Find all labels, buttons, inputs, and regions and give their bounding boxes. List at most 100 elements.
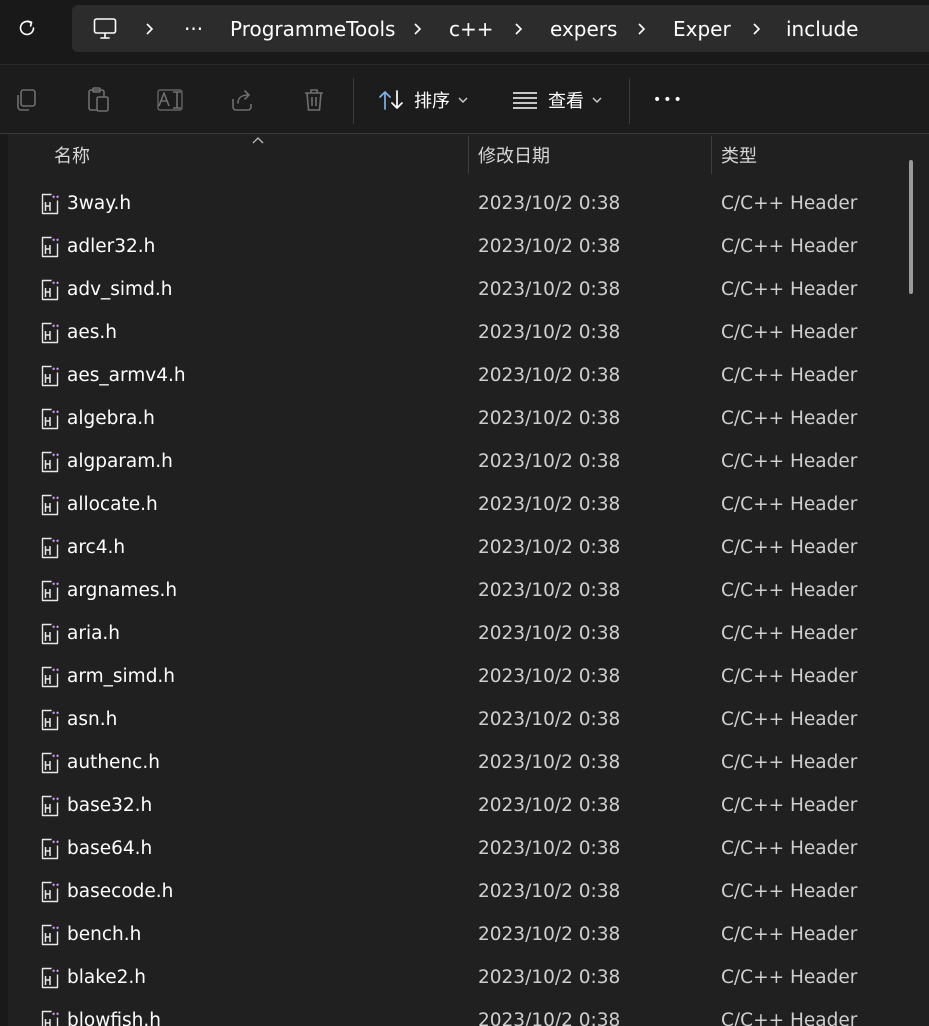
breadcrumb-programmetools[interactable]: ProgrammeTools: [230, 5, 395, 52]
file-row[interactable]: blowfish.h 2023/10/2 0:38 C/C++ Header: [8, 999, 908, 1026]
column-header-type[interactable]: 类型: [721, 134, 757, 176]
file-type: C/C++ Header: [721, 580, 858, 601]
file-name-cell: argnames.h: [40, 569, 177, 612]
file-type: C/C++ Header: [721, 408, 858, 429]
file-row[interactable]: algparam.h 2023/10/2 0:38 C/C++ Header: [8, 440, 908, 483]
rename-button[interactable]: [153, 83, 187, 117]
chevron-right-icon[interactable]: [631, 5, 651, 52]
column-divider[interactable]: [711, 136, 712, 174]
cpp-header-file-icon: [41, 666, 60, 687]
breadcrumb-cpp[interactable]: c++: [449, 5, 494, 52]
file-row[interactable]: 3way.h 2023/10/2 0:38 C/C++ Header: [8, 182, 908, 225]
file-name-cell: basecode.h: [40, 870, 173, 913]
sort-label: 排序: [414, 91, 450, 112]
address-bar[interactable]: ··· ProgrammeTools c++ expers Exper incl…: [72, 5, 929, 52]
file-type: C/C++ Header: [721, 451, 858, 472]
more-icon: •••: [653, 92, 684, 108]
refresh-button[interactable]: [8, 9, 46, 47]
file-row[interactable]: argnames.h 2023/10/2 0:38 C/C++ Header: [8, 569, 908, 612]
file-modified-date: 2023/10/2 0:38: [478, 1010, 621, 1026]
this-pc-button[interactable]: [92, 5, 118, 52]
file-modified-date: 2023/10/2 0:38: [478, 666, 621, 687]
file-name: adv_simd.h: [67, 279, 173, 300]
view-label: 查看: [548, 91, 584, 112]
file-modified-date: 2023/10/2 0:38: [478, 795, 621, 816]
chevron-right-icon[interactable]: [139, 5, 159, 52]
cpp-header-file-icon: [41, 1010, 60, 1026]
file-name-cell: 3way.h: [40, 182, 131, 225]
share-button[interactable]: [225, 83, 259, 117]
column-divider[interactable]: [468, 136, 469, 174]
file-row[interactable]: blake2.h 2023/10/2 0:38 C/C++ Header: [8, 956, 908, 999]
file-name: asn.h: [67, 709, 118, 730]
file-row[interactable]: bench.h 2023/10/2 0:38 C/C++ Header: [8, 913, 908, 956]
file-row[interactable]: base64.h 2023/10/2 0:38 C/C++ Header: [8, 827, 908, 870]
paste-icon: [88, 87, 109, 112]
file-name: adler32.h: [67, 236, 156, 257]
file-row[interactable]: base32.h 2023/10/2 0:38 C/C++ Header: [8, 784, 908, 827]
cpp-header-file-icon: [41, 709, 60, 730]
file-name: base32.h: [67, 795, 153, 816]
file-type: C/C++ Header: [721, 193, 858, 214]
breadcrumb-exper[interactable]: Exper: [673, 5, 731, 52]
chevron-right-icon[interactable]: [746, 5, 766, 52]
cpp-header-file-icon: [41, 967, 60, 988]
sort-button[interactable]: 排序: [378, 81, 468, 119]
chevron-right-icon[interactable]: [407, 5, 427, 52]
file-row[interactable]: adler32.h 2023/10/2 0:38 C/C++ Header: [8, 225, 908, 268]
file-row[interactable]: allocate.h 2023/10/2 0:38 C/C++ Header: [8, 483, 908, 526]
breadcrumb-include[interactable]: include: [786, 5, 858, 52]
file-row[interactable]: algebra.h 2023/10/2 0:38 C/C++ Header: [8, 397, 908, 440]
file-type: C/C++ Header: [721, 838, 858, 859]
cpp-header-file-icon: [41, 279, 60, 300]
file-name: allocate.h: [67, 494, 158, 515]
computer-icon: [93, 17, 117, 39]
file-modified-date: 2023/10/2 0:38: [478, 537, 621, 558]
vertical-scrollbar[interactable]: [909, 160, 913, 294]
cpp-header-file-icon: [41, 193, 60, 214]
cpp-header-file-icon: [41, 365, 60, 386]
file-row[interactable]: authenc.h 2023/10/2 0:38 C/C++ Header: [8, 741, 908, 784]
file-name-cell: asn.h: [40, 698, 117, 741]
file-name-cell: aes_armv4.h: [40, 354, 186, 397]
file-type: C/C++ Header: [721, 666, 858, 687]
file-row[interactable]: arm_simd.h 2023/10/2 0:38 C/C++ Header: [8, 655, 908, 698]
file-name: base64.h: [67, 838, 153, 859]
cpp-header-file-icon: [41, 838, 60, 859]
file-modified-date: 2023/10/2 0:38: [478, 451, 621, 472]
file-modified-date: 2023/10/2 0:38: [478, 236, 621, 257]
file-modified-date: 2023/10/2 0:38: [478, 623, 621, 644]
file-name-cell: adler32.h: [40, 225, 155, 268]
file-modified-date: 2023/10/2 0:38: [478, 408, 621, 429]
file-row[interactable]: aes_armv4.h 2023/10/2 0:38 C/C++ Header: [8, 354, 908, 397]
cpp-header-file-icon: [41, 322, 60, 343]
file-row[interactable]: asn.h 2023/10/2 0:38 C/C++ Header: [8, 698, 908, 741]
view-button[interactable]: 查看: [512, 81, 602, 119]
file-row[interactable]: aria.h 2023/10/2 0:38 C/C++ Header: [8, 612, 908, 655]
delete-button[interactable]: [297, 83, 331, 117]
file-name-cell: blake2.h: [40, 956, 146, 999]
cpp-header-file-icon: [41, 494, 60, 515]
file-type: C/C++ Header: [721, 322, 858, 343]
hidden-path-button[interactable]: ···: [184, 5, 203, 52]
column-header-name[interactable]: 名称: [54, 134, 90, 176]
chevron-right-icon[interactable]: [508, 5, 528, 52]
more-options-button[interactable]: •••: [653, 81, 684, 119]
file-row[interactable]: aes.h 2023/10/2 0:38 C/C++ Header: [8, 311, 908, 354]
breadcrumb-expers[interactable]: expers: [550, 5, 617, 52]
file-type: C/C++ Header: [721, 795, 858, 816]
copy-button[interactable]: [9, 83, 43, 117]
cpp-header-file-icon: [41, 924, 60, 945]
cpp-header-file-icon: [41, 881, 60, 902]
paste-button[interactable]: [81, 83, 115, 117]
column-header-date[interactable]: 修改日期: [478, 134, 550, 176]
file-modified-date: 2023/10/2 0:38: [478, 709, 621, 730]
cpp-header-file-icon: [41, 795, 60, 816]
file-row[interactable]: arc4.h 2023/10/2 0:38 C/C++ Header: [8, 526, 908, 569]
file-type: C/C++ Header: [721, 924, 858, 945]
file-name: algebra.h: [67, 408, 155, 429]
cpp-header-file-icon: [41, 580, 60, 601]
address-area: ··· ProgrammeTools c++ expers Exper incl…: [0, 0, 929, 64]
file-row[interactable]: adv_simd.h 2023/10/2 0:38 C/C++ Header: [8, 268, 908, 311]
file-row[interactable]: basecode.h 2023/10/2 0:38 C/C++ Header: [8, 870, 908, 913]
